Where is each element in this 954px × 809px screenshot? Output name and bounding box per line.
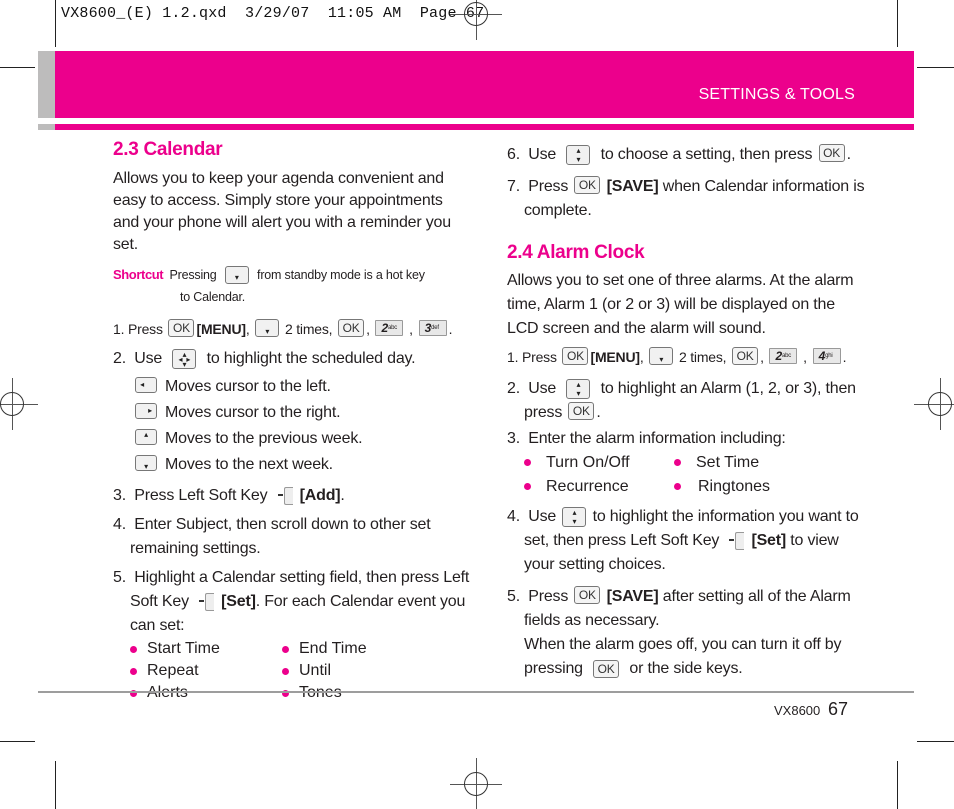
footer-rule xyxy=(38,691,914,693)
crop-mark xyxy=(897,0,898,47)
ok-key-icon: OK xyxy=(574,585,601,604)
option-item: End Time xyxy=(282,638,442,660)
ok-key-icon: OK xyxy=(568,401,595,420)
calendar-step-1: 1. Press OK [MENU], ▾ 2 times, OK, 2abc ,… xyxy=(113,319,453,338)
calendar-step-4: 4. Enter Subject, then scroll down to ot… xyxy=(113,516,431,557)
nav-up-down-key-icon: ▴ ▾ xyxy=(562,506,587,527)
nav-down-key-icon: ▾ xyxy=(135,454,157,471)
header-band-gray xyxy=(38,51,55,118)
left-soft-key-icon xyxy=(277,486,294,506)
number-key-2-icon: 2abc xyxy=(769,348,798,365)
registration-mark-icon xyxy=(914,378,954,430)
crop-mark xyxy=(897,761,898,809)
crop-mark xyxy=(55,761,56,809)
ok-key-icon: OK xyxy=(732,347,759,366)
shortcut-note-line2: to Calendar. xyxy=(180,290,246,304)
registration-mark-icon xyxy=(450,0,502,40)
header-band xyxy=(55,51,914,118)
ok-key-icon: OK xyxy=(593,659,620,678)
crop-mark xyxy=(917,741,954,742)
alarm-intro: Allows you to set one of three alarms. A… xyxy=(507,272,854,337)
alarm-step-4: 4. Use ▴ ▾ to highlight the information y… xyxy=(507,506,859,573)
left-soft-key-icon xyxy=(729,531,745,551)
option-item: Tones xyxy=(282,682,442,704)
calendar-step-2: 2. Use ▴ ◂ ▸ ▾ to highlight the scheduled … xyxy=(113,348,416,369)
nav-item: ◂ Moves cursor to the left. xyxy=(133,374,465,400)
calendar-options-list: Start Time End Time Repeat Until Alerts … xyxy=(113,638,465,704)
ok-key-icon: OK xyxy=(818,143,845,162)
section-title: SETTINGS & TOOLS xyxy=(698,86,855,103)
alarm-step-5: 5. Press OK [SAVE] after setting all of … xyxy=(507,585,851,678)
option-item: Set Time xyxy=(674,451,834,475)
crop-mark xyxy=(0,67,35,68)
calendar-step-7: 7. Press OK [SAVE] when Calendar informa… xyxy=(507,175,865,219)
registration-mark-icon xyxy=(450,758,502,809)
option-item: Start Time xyxy=(130,638,282,660)
nav-key-list: ◂ Moves cursor to the left. ▸ Moves cursor… xyxy=(113,374,465,478)
crop-mark xyxy=(0,741,35,742)
alarm-step-2: 2. Use ▴ ▾ to highlight an Alarm (1, 2, o… xyxy=(507,378,856,421)
option-item: Alerts xyxy=(130,682,282,704)
number-key-3-icon: 3def xyxy=(418,320,447,337)
ok-key-icon: OK xyxy=(562,347,589,366)
left-column: 2.3 Calendar Allows you to keep your age… xyxy=(113,138,470,704)
print-slug-line: VX8600_(E) 1.2.qxd 3/29/07 11:05 AM Page… xyxy=(61,5,485,22)
option-item: Ringtones xyxy=(674,475,834,499)
ok-key-icon: OK xyxy=(168,319,195,338)
crop-mark xyxy=(55,0,56,47)
calendar-intro: Allows you to keep your agenda convenien… xyxy=(113,170,451,253)
alarm-step-1: 1. Press OK [MENU], ▾ 2 times, OK, 2abc ,… xyxy=(507,347,847,366)
number-key-2-icon: 2abc xyxy=(375,320,404,337)
nav-up-key-icon: ▴ xyxy=(135,428,157,445)
option-item: Recurrence xyxy=(524,475,674,499)
calendar-heading: 2.3 Calendar xyxy=(113,139,223,160)
nav-up-down-key-icon: ▴ ▾ xyxy=(566,144,591,165)
nav-left-key-icon: ◂ xyxy=(135,376,157,393)
left-soft-key-icon xyxy=(199,592,215,612)
option-item: Repeat xyxy=(130,660,282,682)
nav-down-key-icon: ▾ xyxy=(649,347,674,366)
header-strip xyxy=(55,124,914,130)
alarm-heading: 2.4 Alarm Clock xyxy=(507,242,645,263)
crop-mark xyxy=(917,67,954,68)
ok-key-icon: OK xyxy=(574,175,601,194)
nav-4way-key-icon: ▴ ◂ ▸ ▾ xyxy=(172,348,197,369)
calendar-step-5: 5. Highlight a Calendar setting field, t… xyxy=(113,569,470,634)
shortcut-note: Shortcut Pressing ▾ from standby mode is… xyxy=(113,265,425,284)
calendar-step-6: 6. Use ▴ ▾ to choose a setting, then pres… xyxy=(507,143,851,165)
header-strip-gray xyxy=(38,124,55,130)
ok-key-icon: OK xyxy=(338,319,365,338)
nav-item: ▴ Moves to the previous week. xyxy=(133,426,465,452)
number-key-4-icon: 4ghi xyxy=(812,348,841,365)
nav-item: ▸ Moves cursor to the right. xyxy=(133,400,465,426)
registration-mark-icon xyxy=(0,378,38,430)
nav-item: ▾ Moves to the next week. xyxy=(133,452,465,478)
shortcut-label: Shortcut xyxy=(113,267,164,282)
alarm-step-3: 3. Enter the alarm information including… xyxy=(507,430,786,447)
page-number: 67 xyxy=(828,699,849,719)
option-item: Turn On/Off xyxy=(524,451,674,475)
option-item: Until xyxy=(282,660,442,682)
nav-right-key-icon: ▸ xyxy=(135,402,157,419)
calendar-step-3: 3. Press Left Soft Key [Add]. xyxy=(113,486,345,506)
right-column: 6. Use ▴ ▾ to choose a setting, then pres… xyxy=(507,143,865,681)
nav-down-key-icon: ▾ xyxy=(224,265,249,284)
nav-up-down-key-icon: ▴ ▾ xyxy=(566,378,591,399)
footer-model: VX8600 xyxy=(774,703,821,718)
alarm-options-list: Turn On/Off Set Time Recurrence Ringtone… xyxy=(507,451,859,499)
nav-down-key-icon: ▾ xyxy=(255,319,280,338)
